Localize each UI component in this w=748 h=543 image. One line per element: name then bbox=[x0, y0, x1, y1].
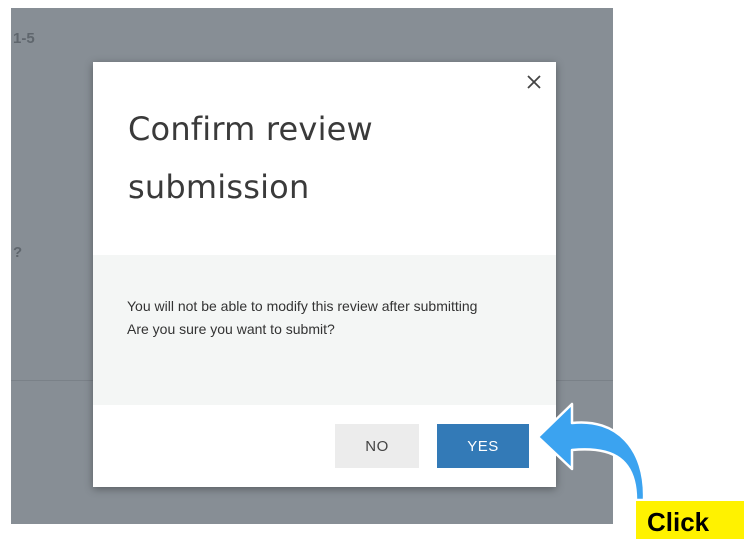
dialog-message-line1: You will not be able to modify this revi… bbox=[127, 298, 478, 314]
no-button[interactable]: NO bbox=[335, 424, 419, 468]
dialog-body: You will not be able to modify this revi… bbox=[93, 255, 556, 405]
curved-arrow-icon bbox=[536, 402, 646, 502]
dialog-message: You will not be able to modify this revi… bbox=[127, 295, 517, 341]
yes-button[interactable]: YES bbox=[437, 424, 529, 468]
click-annotation-label: Click bbox=[636, 501, 744, 539]
dialog-message-line2: Are you sure you want to submit? bbox=[127, 321, 335, 337]
confirm-dialog: Confirm review submission You will not b… bbox=[93, 62, 556, 487]
background-text-fragment: 1-5 bbox=[13, 30, 35, 47]
close-icon[interactable] bbox=[524, 72, 544, 92]
dialog-title: Confirm review submission bbox=[128, 110, 373, 206]
background-text-fragment: ? bbox=[13, 244, 23, 261]
